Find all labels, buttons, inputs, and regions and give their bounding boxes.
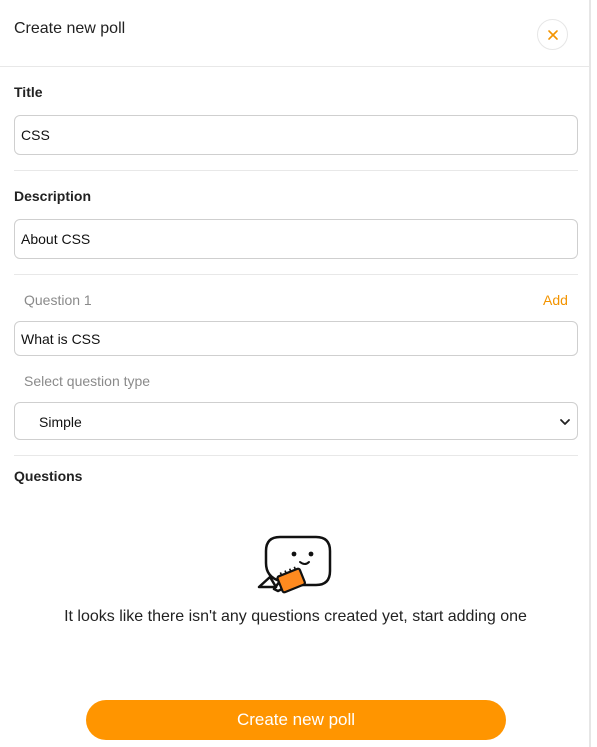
divider: [14, 170, 578, 171]
create-poll-button[interactable]: Create new poll: [86, 700, 506, 740]
title-label: Title: [14, 84, 43, 100]
add-question-link[interactable]: Add: [543, 292, 568, 308]
question-label: Question 1: [24, 292, 92, 308]
description-label: Description: [14, 188, 92, 204]
questions-label: Questions: [14, 468, 83, 484]
speech-bubble-illustration-icon: [257, 535, 332, 594]
close-icon: [547, 29, 558, 40]
question-type-select[interactable]: Simple: [14, 402, 578, 440]
close-button[interactable]: [537, 19, 568, 50]
description-input[interactable]: [14, 219, 578, 259]
empty-questions-message: It looks like there isn't any questions …: [64, 608, 527, 625]
panel-edge: [589, 0, 591, 747]
divider: [14, 455, 578, 456]
question-input[interactable]: [14, 321, 578, 356]
panel-header: Create new poll: [0, 0, 589, 67]
title-input[interactable]: [14, 115, 578, 155]
panel-title: Create new poll: [14, 20, 126, 37]
chevron-down-icon: [560, 419, 570, 425]
question-type-label: Select question type: [24, 373, 151, 389]
question-type-value: Simple: [39, 414, 82, 430]
create-poll-panel: Create new poll Title Description Questi…: [0, 0, 589, 747]
divider: [14, 274, 578, 275]
